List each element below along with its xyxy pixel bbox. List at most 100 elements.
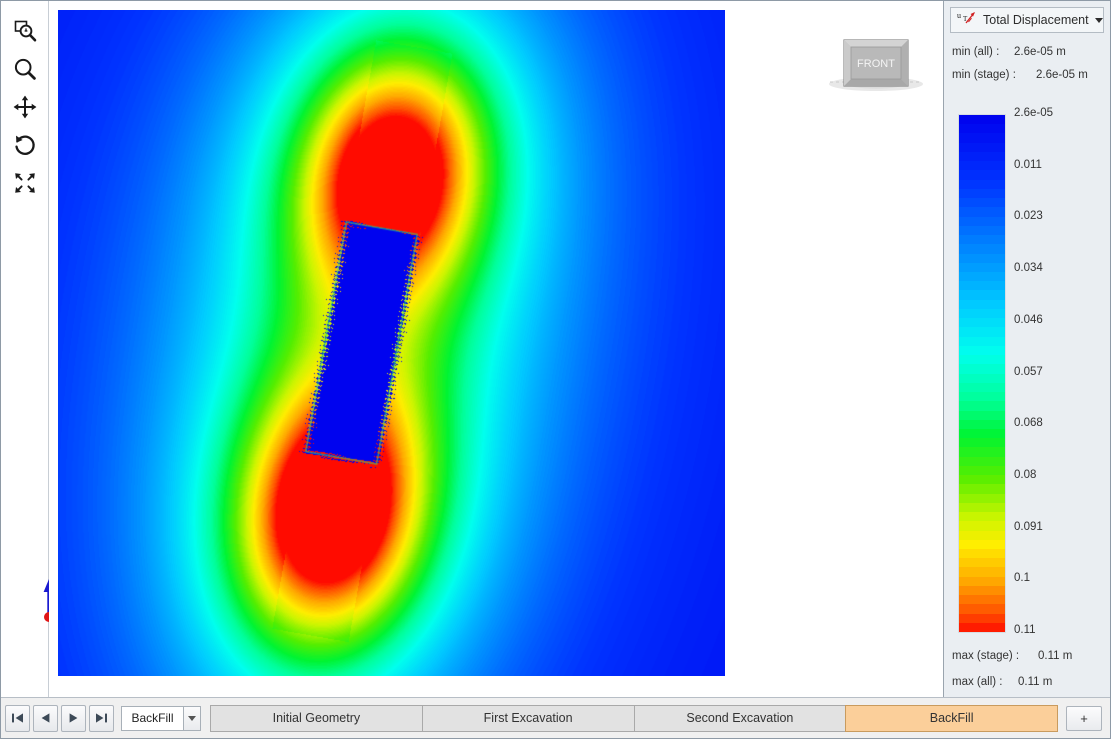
contour-viewport[interactable] (58, 10, 725, 676)
max-all-value: 0.11 m (1018, 676, 1053, 688)
colorbar-tick-label: 0.023 (1014, 210, 1043, 223)
svg-text:u: u (957, 11, 961, 20)
colorbar-tick-label: 0.091 (1014, 520, 1043, 533)
colorbar-tick-label: 0.011 (1014, 158, 1042, 171)
first-stage-button[interactable] (5, 704, 30, 732)
min-stage-stat: min (stage) : 2.6e-05 m (944, 69, 1110, 81)
colorbar-band (959, 512, 1005, 522)
colorbar-band (959, 235, 1005, 245)
min-stage-value: 2.6e-05 m (1036, 69, 1088, 81)
colorbar-band (959, 244, 1005, 254)
colorbar-area: 2.6e-05 0.011 0.023 0.034 0.046 0.057 0.068 0.0… (944, 105, 1110, 645)
min-all-key: min (all) : (952, 46, 1000, 58)
colorbar-band (959, 530, 1005, 540)
min-stage-key: min (stage) : (952, 69, 1016, 81)
colorbar-band (959, 410, 1005, 420)
colorbar-band (959, 170, 1005, 180)
results-legend-panel: u T Total Displacement min (all) : 2.6e-… (943, 1, 1110, 697)
colorbar-band (959, 392, 1005, 402)
colorbar-band (959, 318, 1005, 328)
total-displacement-icon: u T (957, 9, 977, 32)
colorbar-band (959, 622, 1005, 633)
stage-tab[interactable]: First Excavation (421, 704, 634, 732)
colorbar-band (959, 438, 1005, 448)
colorbar-tick-label: 0.11 (1014, 624, 1036, 636)
colorbar-band (959, 373, 1005, 383)
colorbar-band (959, 327, 1005, 337)
colorbar-band (959, 179, 1005, 189)
colorbar-tick-label: 0.08 (1014, 468, 1037, 481)
total-displacement-contour-plot[interactable] (58, 10, 725, 676)
orientation-view-cube[interactable]: FRONT (822, 34, 930, 96)
colorbar-band (959, 336, 1005, 346)
application-window: Z X Y (0, 0, 1111, 739)
colorbar-band (959, 502, 1005, 513)
colorbar-band (959, 558, 1005, 568)
colorbar-tick-label: 0.034 (1014, 262, 1043, 275)
stage-tab-list: Initial Geometry First Excavation Second E… (210, 704, 1058, 732)
zoom-all-icon[interactable] (6, 164, 44, 202)
colorbar-band (959, 271, 1005, 282)
colorbar-band (959, 595, 1005, 605)
colorbar-band (959, 151, 1005, 162)
colorbar-band (959, 299, 1005, 309)
colorbar-band (959, 493, 1005, 503)
last-stage-button[interactable] (89, 704, 114, 732)
chevron-down-icon[interactable] (1094, 17, 1103, 23)
colorbar-band (959, 281, 1005, 291)
colorbar-band (959, 539, 1005, 550)
view-cube-face-label: FRONT (857, 58, 895, 70)
previous-stage-button[interactable] (33, 704, 58, 732)
min-all-stat: min (all) : 2.6e-05 m (944, 46, 1110, 58)
colorbar-band (959, 521, 1005, 531)
colorbar-band (959, 225, 1005, 236)
zoom-window-icon[interactable] (6, 12, 44, 50)
min-all-value: 2.6e-05 m (1014, 46, 1066, 58)
max-stage-key: max (stage) : (952, 650, 1020, 662)
stage-tab[interactable]: BackFill (845, 704, 1058, 732)
colorbar-band (959, 161, 1005, 171)
max-stage-value: 0.11 m (1038, 650, 1073, 662)
colorbar-band (959, 604, 1005, 614)
colorbar-band (959, 290, 1005, 300)
stage-combo-chevron-down-icon[interactable] (184, 705, 201, 731)
colorbar-tick-label: 0.1 (1014, 572, 1030, 585)
max-stage-stat: max (stage) : 0.11 m (944, 650, 1110, 662)
colorbar-band (959, 216, 1005, 226)
colorbar-band (959, 613, 1005, 623)
colorbar-tick-label: 0.068 (1014, 417, 1043, 430)
colorbar-band (959, 198, 1005, 208)
colorbar-band (959, 484, 1005, 494)
colorbar-band (959, 419, 1005, 429)
colorbar-band (959, 585, 1005, 596)
color-scale-bar (958, 114, 1006, 633)
colorbar-band (959, 475, 1005, 485)
stage-tab[interactable]: Second Excavation (633, 704, 846, 732)
colorbar-band (959, 549, 1005, 559)
result-type-label: Total Displacement (983, 13, 1089, 27)
next-stage-button[interactable] (61, 704, 86, 732)
colorbar-band (959, 364, 1005, 374)
max-all-stat: max (all) : 0.11 m (944, 676, 1110, 688)
max-all-key: max (all) : (952, 676, 1003, 688)
stage-navigation-bar: BackFill Initial Geometry First Excavatio… (1, 697, 1110, 738)
zoom-icon[interactable] (6, 50, 44, 88)
pan-icon[interactable] (6, 88, 44, 126)
reset-view-icon[interactable] (6, 126, 44, 164)
colorbar-band (959, 428, 1005, 439)
colorbar-band (959, 188, 1005, 199)
colorbar-band (959, 262, 1005, 272)
colorbar-band (959, 124, 1005, 134)
colorbar-band (959, 253, 1005, 263)
stage-name-input[interactable]: BackFill (121, 705, 184, 731)
stage-tab[interactable]: Initial Geometry (210, 704, 422, 732)
colorbar-band (959, 355, 1005, 365)
viewport-container: FRONT (49, 1, 943, 697)
colorbar-tick-label: 2.6e-05 (1014, 107, 1054, 119)
colorbar-band (959, 308, 1005, 319)
colorbar-band (959, 401, 1005, 411)
result-type-selector[interactable]: u T Total Displacement (950, 7, 1104, 33)
main-body: Z X Y (1, 1, 1110, 697)
colorbar-band (959, 456, 1005, 466)
add-stage-button[interactable]: + (1066, 705, 1102, 731)
